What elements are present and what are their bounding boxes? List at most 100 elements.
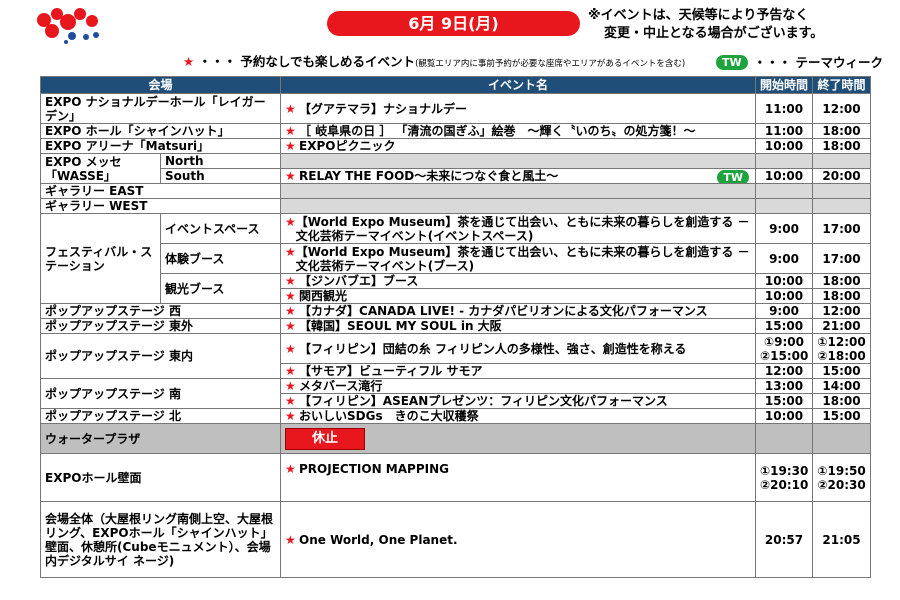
star-icon: ★ xyxy=(285,244,296,259)
start-time-empty xyxy=(755,183,814,199)
table-row: ポップアップステージ 西 ★ 【カナダ】CANADA LIVE! - カナダパビリ… xyxy=(39,303,872,319)
venue-cell: EXPO アリーナ「Matsuri」 xyxy=(39,138,282,154)
start-time: 9:00 xyxy=(755,243,814,274)
star-icon: ★ xyxy=(285,169,296,183)
table-row: 観光ブース ★ 【ジンバブエ】ブース 10:00 18:00 xyxy=(41,273,872,304)
table-row: ポップアップステージ 北 ★ おいしいSDGs きのこ大収穫祭 10:00 15:… xyxy=(39,408,872,424)
end-time-1: ①12:00 xyxy=(817,334,866,349)
event-cell: ★ EXPOピクニック xyxy=(280,138,757,154)
end-time-2: ②18:00 xyxy=(817,348,866,363)
event-name: RELAY THE FOOD～未来につなぐ食と風土～ xyxy=(299,169,559,183)
start-times: ①9:00 ②15:00 xyxy=(755,333,814,364)
start-time: 20:57 xyxy=(755,501,814,578)
end-time: 18:00 xyxy=(812,288,872,304)
tw-badge: TW xyxy=(717,170,750,183)
venue-cell: ポップアップステージ 南 xyxy=(39,378,282,409)
col-event: イベント名 xyxy=(280,76,757,94)
event-name: One World, One Planet. xyxy=(299,532,458,547)
event-cell: ★ 【World Expo Museum】茶を通じて出会い、ともに未来の暮らしを創… xyxy=(280,213,757,244)
event-cell: ★ 【フィリピン】団結の糸 フィリピン人の多様性、強さ、創造性を称える xyxy=(280,333,757,364)
event-name: メタバース滝行 xyxy=(299,379,383,393)
table-row: ギャラリー WEST xyxy=(39,198,872,214)
col-end: 終了時間 xyxy=(812,76,872,94)
start-time: 10:00 xyxy=(755,273,814,289)
event-cell: ★ 【サモア】ビューティフル サモア xyxy=(280,363,757,379)
legend-star: ★ ・・・ 予約なしでも楽しめるイベント(観覧エリア内に事前予約が必要な座席やエ… xyxy=(183,55,685,71)
event-cell-empty xyxy=(280,153,757,169)
event-name: PROJECTION MAPPING xyxy=(299,462,449,476)
end-time: 18:00 xyxy=(812,393,872,409)
notice-line-2: 変更・中止となる場合がございます。 xyxy=(604,26,824,41)
event-cell: ★ 【カナダ】CANADA LIVE! - カナダパビリオンによる文化パフォーマン… xyxy=(280,303,757,319)
event-name: 関西観光 xyxy=(299,289,348,303)
end-time-empty xyxy=(812,423,872,454)
start-time: 13:00 xyxy=(755,378,814,394)
venue-cell: EXPO ホール「シャインハット」 xyxy=(39,123,282,139)
venue-cell: ポップアップステージ 東外 xyxy=(39,318,282,334)
event-cell: ★ PROJECTION MAPPING xyxy=(280,453,757,502)
col-venue: 会場 xyxy=(39,76,282,94)
event-name: 【韓国】SEOUL MY SOUL in 大阪 xyxy=(299,319,502,333)
star-icon: ★ xyxy=(285,214,296,229)
star-icon: ★ xyxy=(285,139,296,153)
end-time: 21:05 xyxy=(812,501,872,578)
event-name: 【ジンバブエ】ブース xyxy=(299,274,419,288)
end-time: 18:00 xyxy=(812,138,872,154)
event-cell: ★ RELAY THE FOOD～未来につなぐ食と風土～ TW xyxy=(280,168,757,184)
event-cell: ★ 関西観光 xyxy=(280,288,757,304)
event-name: 【フィリピン】団結の糸 フィリピン人の多様性、強さ、創造性を称える xyxy=(299,341,687,356)
event-cell: ★ One World, One Planet. xyxy=(280,501,757,578)
end-time-empty xyxy=(812,183,872,199)
date-banner: 6月 9日(月) xyxy=(327,11,580,36)
venue-cell: EXPO メッセ「WASSE」 xyxy=(40,153,161,184)
star-icon: ★ xyxy=(285,462,296,476)
table-row: ギャラリー EAST xyxy=(39,183,872,199)
legend-star-note: (観覧エリア内に事前予約が必要な座席やエリアがあるイベントを含む) xyxy=(415,59,686,69)
col-start: 開始時間 xyxy=(755,76,814,94)
expo-logo-icon xyxy=(37,8,99,44)
sub-venue-north: North xyxy=(159,153,282,169)
end-time: 18:00 xyxy=(812,273,872,289)
star-icon: ★ xyxy=(285,304,296,318)
event-name: EXPOピクニック xyxy=(299,139,396,153)
venue-cell: EXPO ナショナルデーホール「レイガーデン」 xyxy=(39,93,282,124)
end-time-2: ②20:30 xyxy=(817,477,866,492)
star-icon: ★ xyxy=(285,101,296,116)
table-row: EXPO アリーナ「Matsuri」 ★ EXPOピクニック 10:00 18:0… xyxy=(39,138,872,154)
venue-cell: 会場全体（大屋根リング南側上空、大屋根リング、EXPOホール「シャインハット」壁… xyxy=(39,501,282,578)
closed-badge: 休止 xyxy=(285,427,366,450)
notice-line-1: ※イベントは、天候等により予告なく xyxy=(588,8,809,23)
table-row: 体験ブース ★ 【World Expo Museum】茶を通じて出会い、ともに未来… xyxy=(41,243,872,274)
star-icon: ★ xyxy=(285,274,296,288)
event-cell: ★ 【韓国】SEOUL MY SOUL in 大阪 xyxy=(280,318,757,334)
table-row: ポップアップステージ 南 ★ メタバース滝行 13:00 14:00 xyxy=(39,378,872,409)
star-icon: ★ xyxy=(183,54,195,69)
event-cell-empty xyxy=(280,198,757,214)
sub-venue: 観光ブース xyxy=(159,273,282,304)
star-icon: ★ xyxy=(285,394,296,408)
end-time: 21:00 xyxy=(812,318,872,334)
start-time: 9:00 xyxy=(755,213,814,244)
start-times: ①19:30 ②20:10 xyxy=(755,453,814,502)
star-icon: ★ xyxy=(285,532,296,547)
start-time-1: ①9:00 xyxy=(764,334,805,349)
venue-cell: ギャラリー WEST xyxy=(39,198,282,214)
legend-tw: TW ・・・ テーマウィーク xyxy=(716,55,883,70)
start-time: 11:00 xyxy=(755,93,814,124)
start-time: 11:00 xyxy=(755,123,814,139)
star-icon: ★ xyxy=(285,379,296,393)
start-time: 10:00 xyxy=(755,288,814,304)
end-times: ①12:00 ②18:00 xyxy=(812,333,872,364)
start-time: 10:00 xyxy=(755,408,814,424)
end-time-empty xyxy=(812,198,872,214)
event-name: 【World Expo Museum】茶を通じて出会い、ともに未来の暮らしを創造… xyxy=(295,214,750,243)
table-row: ウォータープラザ 休止 xyxy=(39,423,872,454)
star-icon: ★ xyxy=(285,289,296,303)
end-time: 14:00 xyxy=(812,378,872,394)
end-times: ①19:50 ②20:30 xyxy=(812,453,872,502)
star-icon: ★ xyxy=(285,341,296,356)
end-time-empty xyxy=(812,153,872,169)
end-time: 20:00 xyxy=(812,168,872,184)
event-name: 【サモア】ビューティフル サモア xyxy=(299,364,483,378)
venue-cell: ポップアップステージ 西 xyxy=(39,303,282,319)
